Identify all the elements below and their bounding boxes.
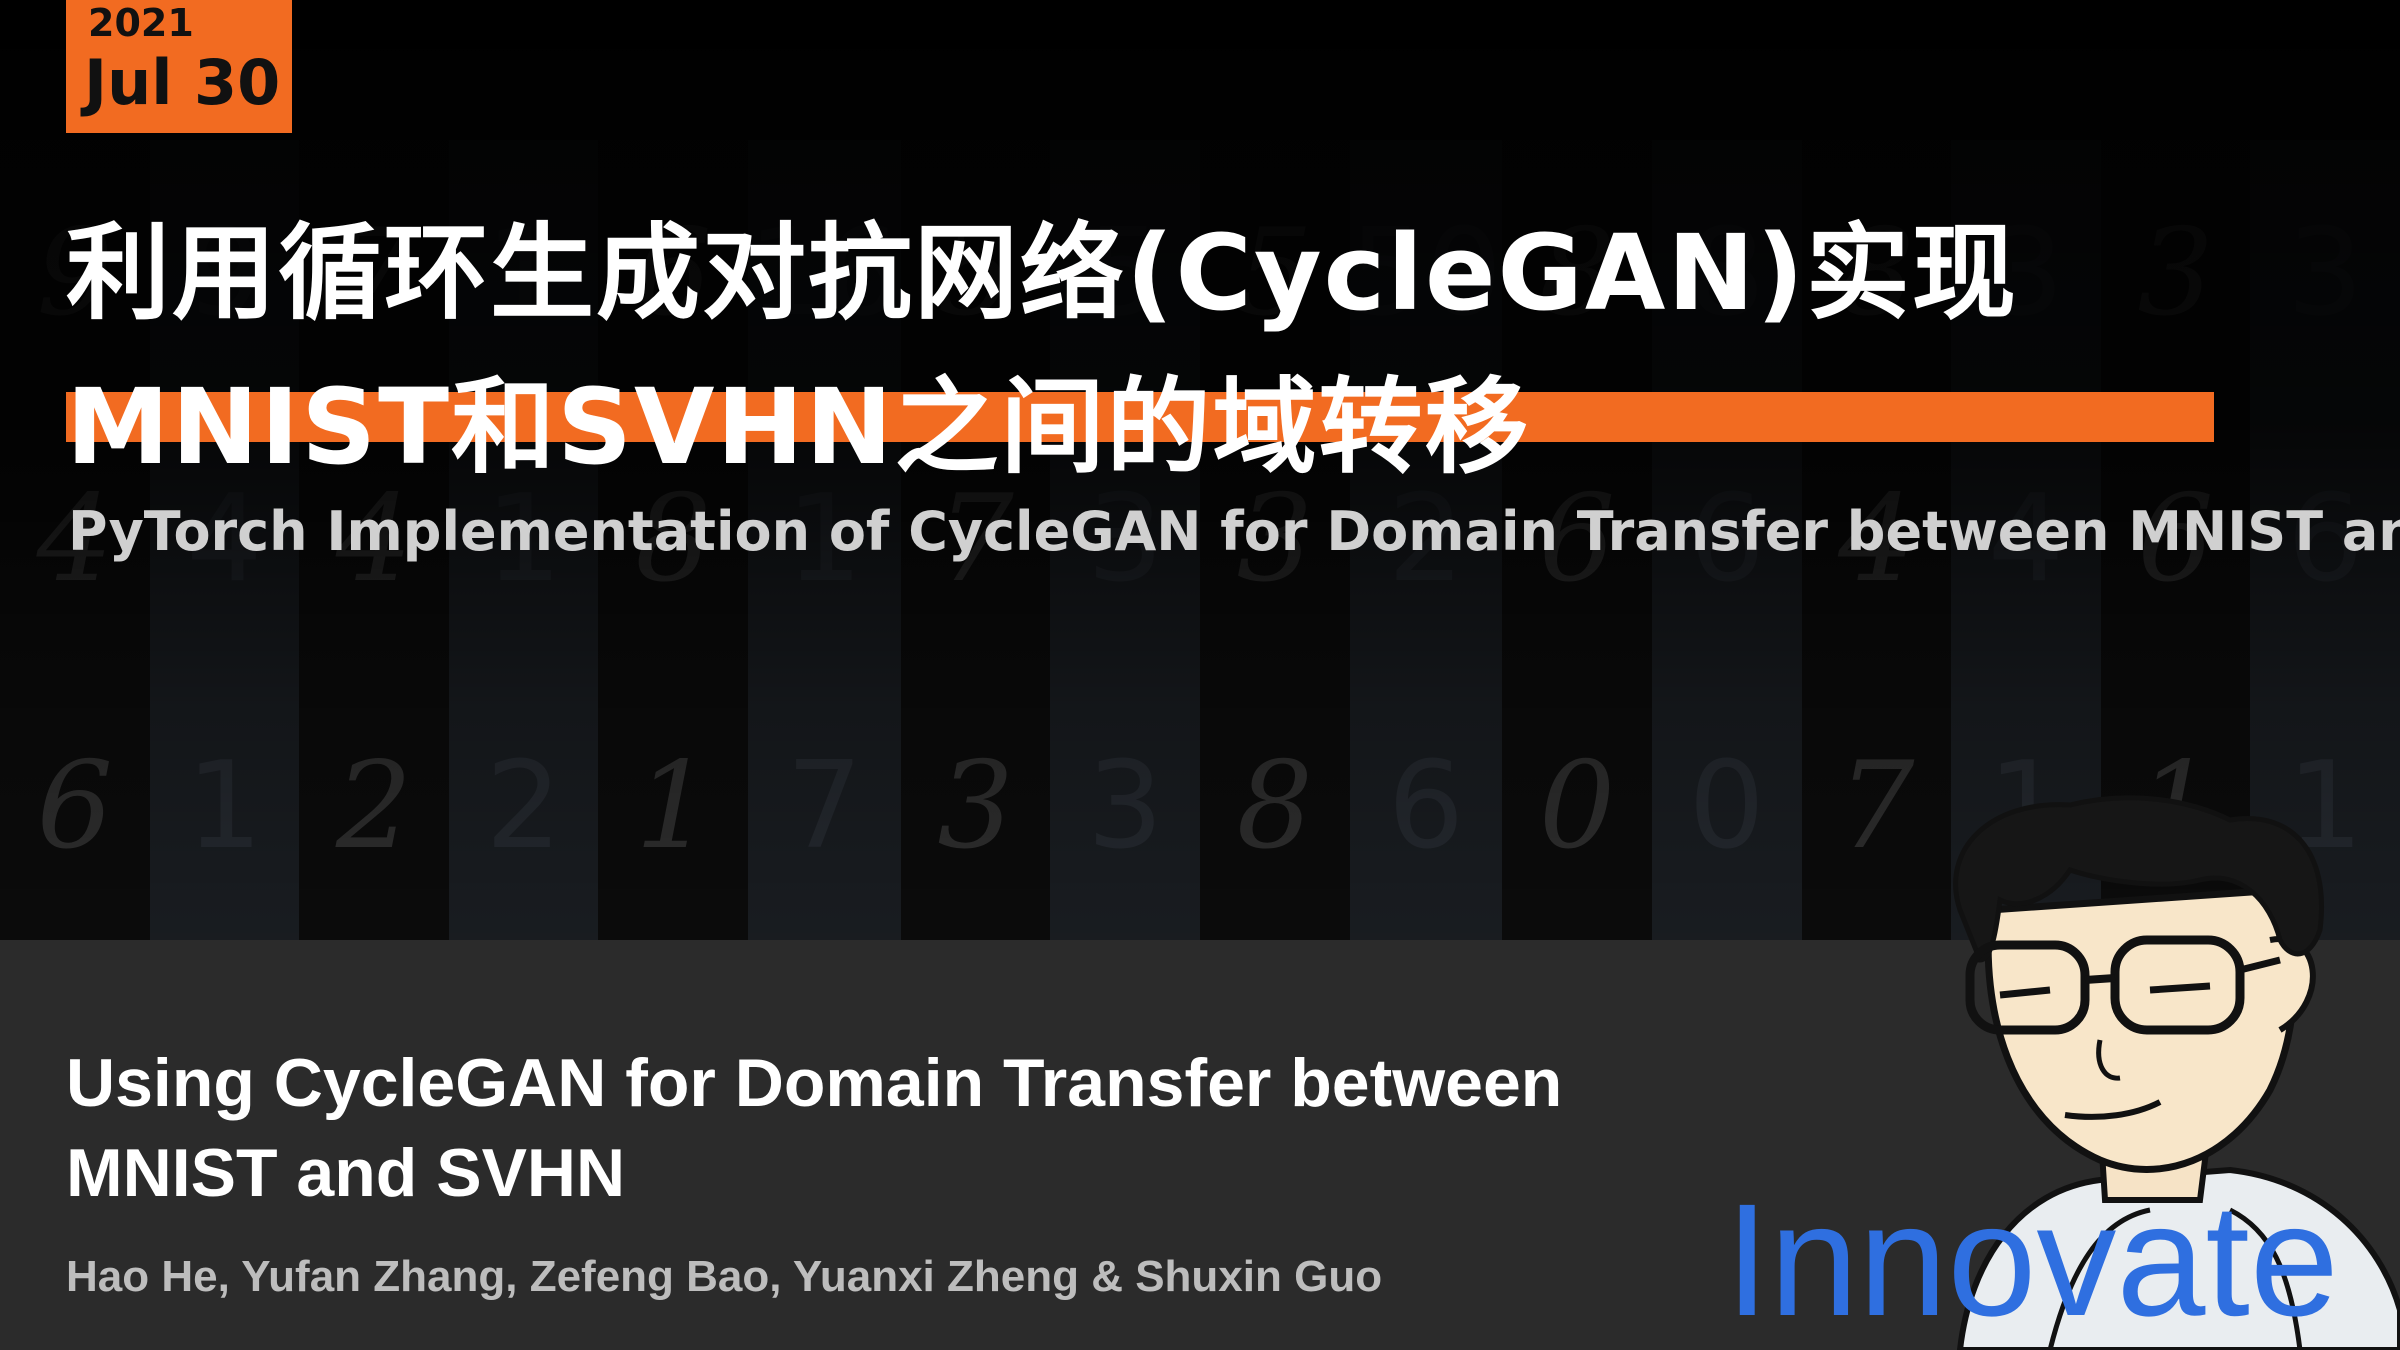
date-badge: 2021 Jul 30 [66,0,292,133]
chinese-title-line-2: MNIST和SVHN之间的域转移 [66,366,1531,488]
date-year: 2021 [88,1,194,45]
brand-watermark: Innovate [1725,1170,2339,1349]
author-list: Hao He, Yufan Zhang, Zefeng Bao, Yuanxi … [66,1252,1383,1301]
video-title-line-2: MNIST and SVHN [66,1135,626,1211]
chinese-title-line-1: 利用循环生成对抗网络(CycleGAN)实现 [66,212,2018,334]
video-title-line-1: Using CycleGAN for Domain Transfer betwe… [66,1045,1563,1121]
thumbnail-canvas: 9469417421126811617573533538502686086084… [0,0,2400,1350]
english-subtitle: PyTorch Implementation of CycleGAN for D… [68,500,2400,563]
date-day: Jul 30 [84,46,281,119]
video-title: Using CycleGAN for Domain Transfer betwe… [66,1038,1766,1218]
